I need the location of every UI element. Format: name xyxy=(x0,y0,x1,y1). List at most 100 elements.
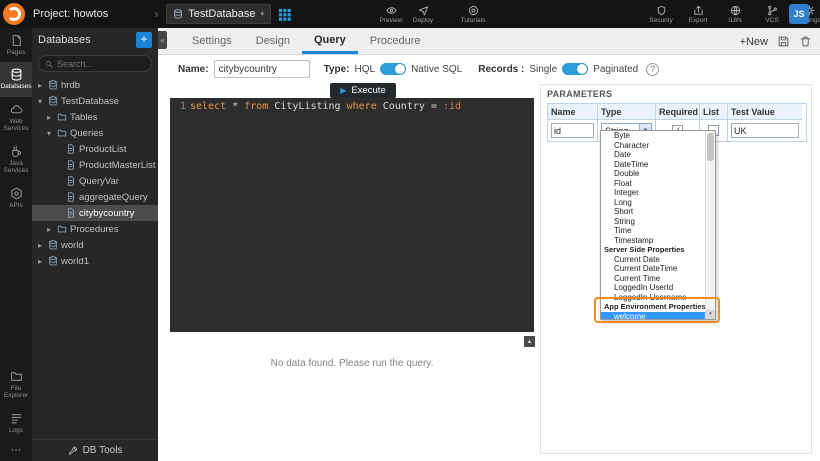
rail-item-web-services[interactable]: Web Services xyxy=(0,97,32,139)
tab-procedure[interactable]: Procedure xyxy=(358,28,433,54)
topbar-export-button[interactable]: Export xyxy=(685,5,711,24)
tree-item-label: ProductMasterList xyxy=(79,160,156,171)
tree-item-queries[interactable]: ▾Queries xyxy=(32,125,158,141)
wavemaker-logo-icon[interactable] xyxy=(3,3,25,25)
topbar-preview-label: Preview xyxy=(379,17,402,24)
chevron-down-icon[interactable]: ▾ xyxy=(47,129,54,138)
tab-design[interactable]: Design xyxy=(244,28,302,54)
rail-item-pages[interactable]: Pages xyxy=(0,28,32,62)
tree-item-label: TestDatabase xyxy=(61,96,119,107)
tree-item-queryvar[interactable]: QueryVar xyxy=(32,173,158,189)
database-selector[interactable]: TestDatabase ▾ xyxy=(166,4,271,24)
tree-item-hrdb[interactable]: ▸hrdb xyxy=(32,77,158,93)
logs-icon xyxy=(10,412,23,425)
records-option-paginated[interactable]: Paginated xyxy=(593,64,638,75)
topbar-security-button[interactable]: Security xyxy=(648,5,674,24)
dropdown-option-welcome[interactable]: welcome xyxy=(601,312,705,320)
query-name-input[interactable] xyxy=(214,60,310,78)
type-option-native-sql[interactable]: Native SQL xyxy=(411,64,462,75)
dropdown-option-loggedin-username[interactable]: LoggedIn Username xyxy=(601,293,705,303)
topbar-tutorials-button[interactable]: Tutorials xyxy=(460,5,486,24)
rail-item-label: File Explorer xyxy=(1,385,31,400)
database-icon xyxy=(10,68,23,81)
chevron-right-icon[interactable]: ▸ xyxy=(38,81,45,90)
scrollbar-thumb[interactable] xyxy=(707,133,714,161)
dropdown-option-byte[interactable]: Byte xyxy=(601,131,705,141)
chevron-down-icon[interactable]: ▾ xyxy=(38,97,45,106)
rail-item-databases[interactable]: Databases xyxy=(0,62,32,96)
tree-item-world[interactable]: ▸world xyxy=(32,237,158,253)
topbar-i18n-label: i18N xyxy=(728,17,741,24)
tab-settings[interactable]: Settings xyxy=(180,28,244,54)
search-input[interactable] xyxy=(57,59,145,69)
dropdown-option-datetime[interactable]: DateTime xyxy=(601,160,705,170)
dropdown-option-character[interactable]: Character xyxy=(601,141,705,151)
records-option-single[interactable]: Single xyxy=(529,64,557,75)
chevron-right-icon[interactable]: ▸ xyxy=(38,241,45,250)
avatar[interactable]: JS xyxy=(789,4,809,24)
topbar-deploy-button[interactable]: Deploy xyxy=(410,5,436,24)
execute-button[interactable]: ▶ Execute xyxy=(330,83,396,98)
tree-item-testdatabase[interactable]: ▾ TestDatabase xyxy=(32,93,158,109)
save-icon[interactable] xyxy=(777,35,790,48)
dropdown-option-short[interactable]: Short xyxy=(601,207,705,217)
dropdown-option-current-time[interactable]: Current Time xyxy=(601,274,705,284)
db-tools-button[interactable]: DB Tools xyxy=(32,439,158,461)
dropdown-scrollbar[interactable]: ▾ xyxy=(705,131,715,319)
tab-query[interactable]: Query xyxy=(302,28,358,54)
records-label: Records : xyxy=(478,64,524,75)
dropdown-option-double[interactable]: Double xyxy=(601,169,705,179)
rail-more-button[interactable]: ⋯ xyxy=(0,440,32,461)
type-toggle[interactable] xyxy=(380,63,406,75)
database-icon xyxy=(48,240,58,250)
type-option-hql[interactable]: HQL xyxy=(355,64,376,75)
help-icon[interactable]: ? xyxy=(646,63,659,76)
tree-item-citybycountry[interactable]: citybycountry xyxy=(32,205,158,221)
rail-item-apis[interactable]: APIs xyxy=(0,181,32,215)
rail-item-java-services[interactable]: Java Services xyxy=(0,139,32,181)
rail-item-logs[interactable]: Logs xyxy=(0,406,32,440)
dropdown-option-long[interactable]: Long xyxy=(601,198,705,208)
dropdown-option-float[interactable]: Float xyxy=(601,179,705,189)
sql-editor[interactable]: 1 select * from CityListing where Countr… xyxy=(170,98,534,332)
left-icon-rail: PagesDatabasesWeb ServicesJava ServicesA… xyxy=(0,28,32,461)
tutorial-icon xyxy=(468,5,479,16)
database-tree: ▸hrdb▾TestDatabase▸Tables▾QueriesProduct… xyxy=(32,77,158,439)
sidebar-collapse-handle[interactable]: « xyxy=(158,31,167,49)
dropdown-option-current-datetime[interactable]: Current DateTime xyxy=(601,264,705,274)
records-toggle[interactable] xyxy=(562,63,588,75)
topbar-vcs-button[interactable]: VCS xyxy=(759,5,785,24)
dropdown-option-date[interactable]: Date xyxy=(601,150,705,160)
chevron-right-icon[interactable]: ▸ xyxy=(47,225,54,234)
tree-item-tables[interactable]: ▸Tables xyxy=(32,109,158,125)
dropdown-option-integer[interactable]: Integer xyxy=(601,188,705,198)
param-name-input[interactable] xyxy=(551,123,594,138)
folder-icon xyxy=(57,224,67,234)
tree-item-procedures[interactable]: ▸Procedures xyxy=(32,221,158,237)
trash-icon[interactable] xyxy=(799,35,812,48)
dropdown-option-current-date[interactable]: Current Date xyxy=(601,255,705,265)
new-button[interactable]: +New xyxy=(740,36,768,48)
scrollbar-down-button[interactable]: ▾ xyxy=(706,310,715,319)
rail-item-file-explorer[interactable]: File Explorer xyxy=(0,364,32,406)
dropdown-option-time[interactable]: Time xyxy=(601,226,705,236)
dropdown-option-loggedin-userid[interactable]: LoggedIn UserId xyxy=(601,283,705,293)
dropdown-option-string[interactable]: String xyxy=(601,217,705,227)
tree-item-world1[interactable]: ▸world1 xyxy=(32,253,158,269)
dropdown-option-timestamp[interactable]: Timestamp xyxy=(601,236,705,246)
column-header-type: Type xyxy=(598,104,656,119)
tree-item-productlist[interactable]: ProductList xyxy=(32,141,158,157)
param-test-value-input[interactable] xyxy=(731,123,799,138)
tree-item-aggregatequery[interactable]: aggregateQuery xyxy=(32,189,158,205)
topbar-i18n-button[interactable]: i18N xyxy=(722,5,748,24)
chevron-right-icon[interactable]: ▸ xyxy=(47,113,54,122)
apps-grid-icon[interactable] xyxy=(277,7,292,22)
editor-code-line: select * from CityListing where Country … xyxy=(190,98,461,332)
cloud-icon xyxy=(10,103,23,116)
chevron-right-icon[interactable]: ▸ xyxy=(38,257,45,266)
name-label: Name: xyxy=(178,64,209,75)
tree-item-productmasterlist[interactable]: ProductMasterList xyxy=(32,157,158,173)
add-database-button[interactable]: + xyxy=(136,32,152,48)
editor-collapse-toggle[interactable]: ▲ xyxy=(524,336,535,347)
topbar-preview-button[interactable]: Preview xyxy=(378,5,404,24)
